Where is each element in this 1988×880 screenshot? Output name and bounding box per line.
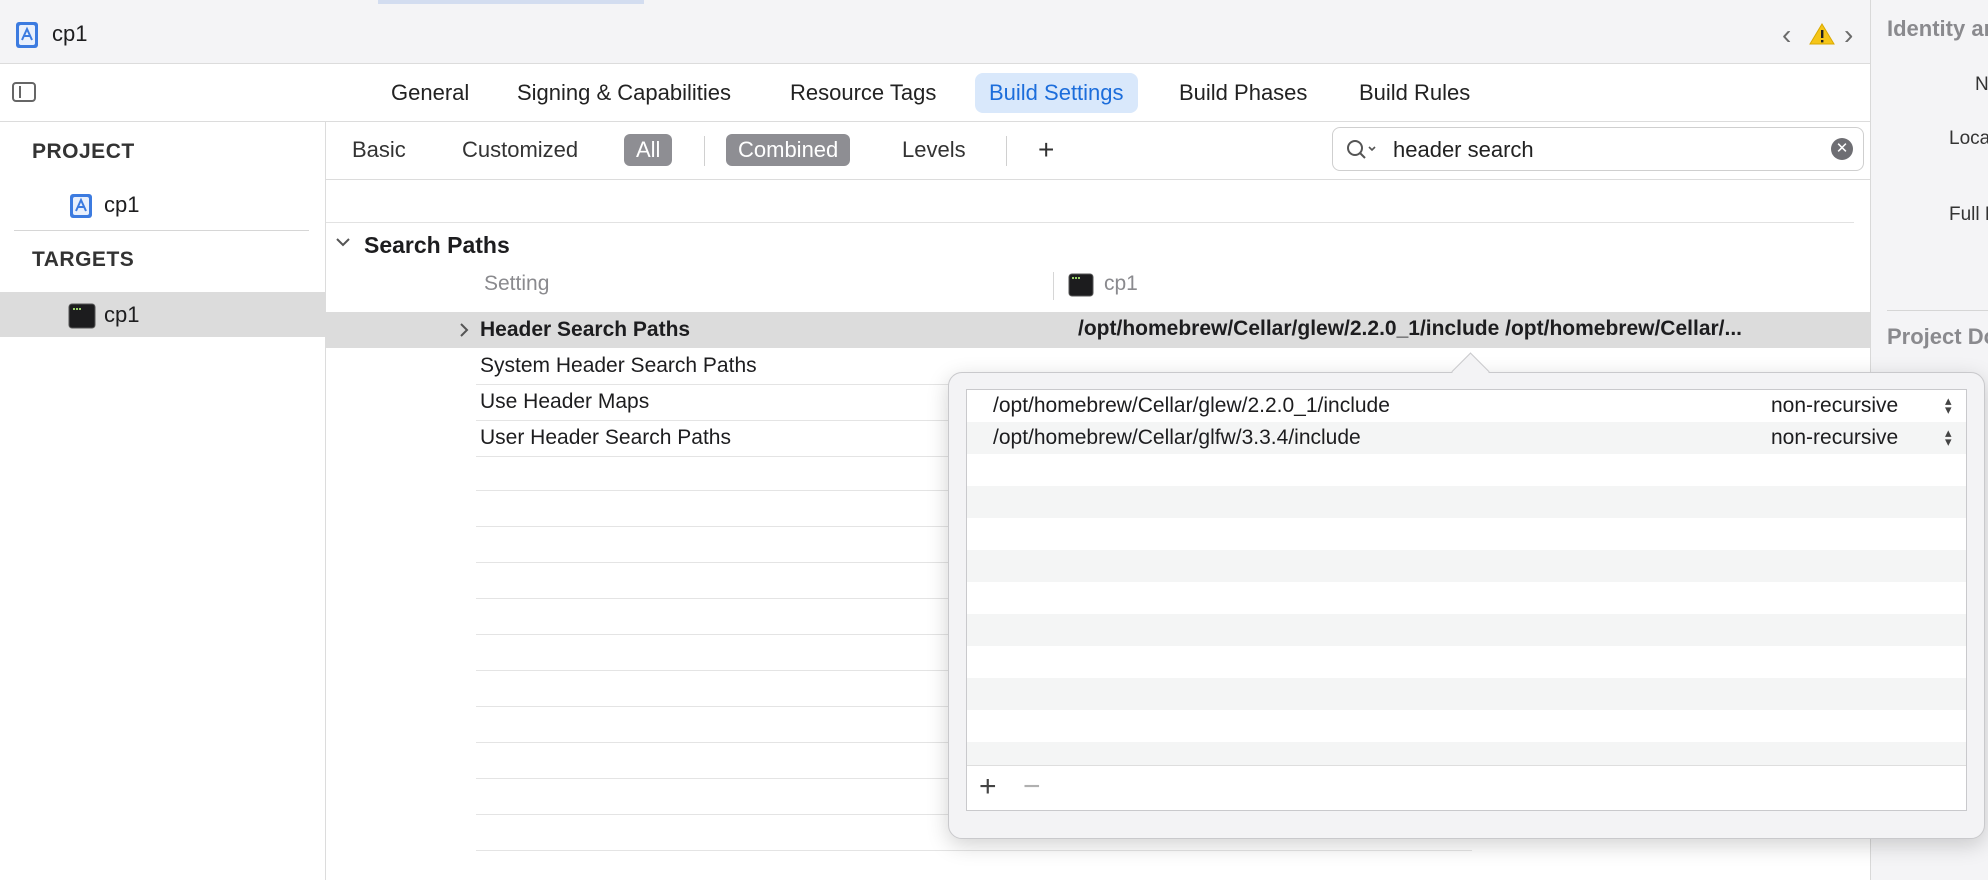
- add-setting-button[interactable]: +: [1026, 134, 1066, 166]
- warning-icon[interactable]: [1809, 22, 1835, 46]
- sidebar-toggle-icon[interactable]: [12, 82, 36, 102]
- recursion-mode-select[interactable]: non-recursive: [1771, 394, 1898, 418]
- settings-filter-bar: Basic Customized All Combined Levels + ✕: [326, 122, 1870, 180]
- column-header-setting: Setting: [484, 272, 550, 295]
- column-header-target: cp1: [1104, 272, 1138, 295]
- filter-separator: [1006, 136, 1007, 166]
- filter-separator: [704, 136, 705, 166]
- tab-signing-capabilities[interactable]: Signing & Capabilities: [503, 73, 745, 113]
- search-icon: [1347, 140, 1376, 159]
- name-label: Name: [1975, 74, 1988, 95]
- project-item[interactable]: cp1: [0, 182, 325, 227]
- tab-build-phases[interactable]: Build Phases: [1165, 73, 1321, 113]
- editor-tab-bar: General Signing & Capabilities Resource …: [0, 64, 1870, 122]
- empty-list-row: [967, 582, 1966, 614]
- window-title: cp1: [52, 21, 88, 46]
- empty-row-line: [476, 850, 1472, 851]
- list-toolbar: + −: [967, 765, 1966, 810]
- empty-list-row: [967, 454, 1966, 486]
- terminal-app-icon: [68, 303, 96, 329]
- empty-list-row: [967, 518, 1966, 550]
- stepper-icon[interactable]: ▴ ▾: [1945, 394, 1952, 416]
- target-item-label: cp1: [104, 302, 140, 327]
- clear-search-icon[interactable]: ✕: [1831, 138, 1853, 160]
- chevron-right-icon[interactable]: ›: [1844, 19, 1853, 51]
- empty-list-row: [967, 486, 1966, 518]
- navigator-divider: [14, 230, 309, 231]
- path-entry[interactable]: /opt/homebrew/Cellar/glew/2.2.0_1/includ…: [993, 394, 1390, 418]
- setting-value[interactable]: /opt/homebrew/Cellar/glew/2.2.0_1/includ…: [1078, 317, 1848, 341]
- search-paths-popover: /opt/homebrew/Cellar/glew/2.2.0_1/includ…: [948, 352, 1985, 839]
- filter-levels[interactable]: Levels: [890, 134, 978, 166]
- recursion-mode-select[interactable]: non-recursive: [1771, 426, 1898, 450]
- empty-list-row: [967, 678, 1966, 710]
- setting-name: System Header Search Paths: [480, 354, 757, 377]
- search-field[interactable]: ✕: [1332, 127, 1864, 171]
- filter-customized[interactable]: Customized: [450, 134, 590, 166]
- setting-row-header-search-paths[interactable]: Header Search Paths /opt/homebrew/Cellar…: [326, 312, 1870, 348]
- project-section-header: PROJECT: [32, 140, 135, 163]
- tab-resource-tags[interactable]: Resource Tags: [776, 73, 950, 113]
- project-item-label: cp1: [104, 192, 140, 217]
- remove-path-button[interactable]: −: [1023, 770, 1041, 804]
- title-bar: cp1 ‹ ›: [0, 0, 1870, 64]
- path-entry[interactable]: /opt/homebrew/Cellar/glfw/3.3.4/include: [993, 426, 1361, 450]
- group-title: Search Paths: [364, 232, 510, 258]
- tab-build-rules[interactable]: Build Rules: [1345, 73, 1484, 113]
- setting-name: Use Header Maps: [480, 390, 650, 413]
- search-input[interactable]: [1391, 134, 1815, 166]
- targets-section-header: TARGETS: [32, 248, 135, 271]
- path-entry-row[interactable]: /opt/homebrew/Cellar/glew/2.2.0_1/includ…: [967, 390, 1966, 422]
- filter-combined[interactable]: Combined: [726, 134, 851, 166]
- path-entry-row[interactable]: /opt/homebrew/Cellar/glfw/3.3.4/include …: [967, 422, 1966, 454]
- setting-name: User Header Search Paths: [480, 426, 731, 449]
- search-paths-list: /opt/homebrew/Cellar/glew/2.2.0_1/includ…: [966, 389, 1967, 811]
- full-path-label: Full Path: [1949, 204, 1988, 225]
- chevron-down-icon[interactable]: [335, 236, 351, 248]
- project-navigator: PROJECT cp1 TARGETS cp1: [0, 122, 326, 880]
- location-label: Location: [1949, 128, 1988, 149]
- empty-list-row: [967, 614, 1966, 646]
- tab-build-settings[interactable]: Build Settings: [975, 73, 1138, 113]
- project-document-header: Project Document: [1887, 324, 1988, 349]
- tab-general[interactable]: General: [377, 73, 483, 113]
- inspector-divider: [1887, 310, 1988, 311]
- identity-header: Identity and Type: [1887, 16, 1988, 41]
- target-item[interactable]: cp1: [0, 292, 325, 337]
- filter-all[interactable]: All: [624, 134, 673, 166]
- table-top-divider: [326, 222, 1854, 223]
- filter-basic[interactable]: Basic: [340, 134, 418, 166]
- empty-list-row: [967, 550, 1966, 582]
- window-tab-indicator[interactable]: [378, 0, 644, 4]
- chevron-left-icon[interactable]: ‹: [1782, 19, 1791, 51]
- empty-list-row: [967, 710, 1966, 742]
- column-separator: [1053, 272, 1054, 300]
- project-file-icon: [70, 194, 92, 218]
- terminal-app-icon: [1068, 273, 1094, 297]
- add-path-button[interactable]: +: [979, 770, 997, 804]
- empty-list-row: [967, 646, 1966, 678]
- project-file-icon: [16, 22, 38, 48]
- chevron-right-icon[interactable]: [458, 321, 470, 339]
- setting-name: Header Search Paths: [480, 318, 691, 341]
- stepper-icon[interactable]: ▴ ▾: [1945, 426, 1952, 448]
